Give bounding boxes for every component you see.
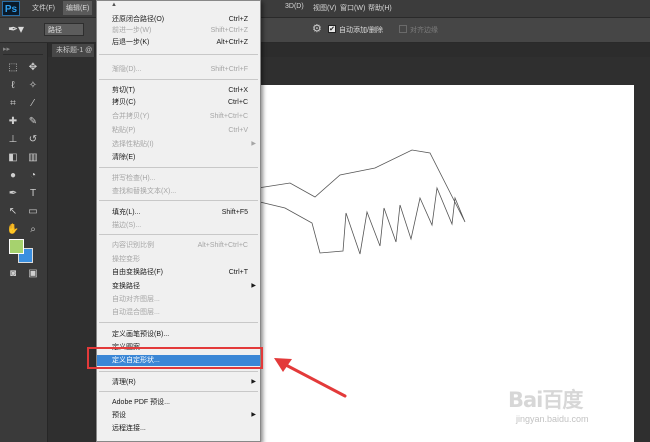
foreground-color-swatch[interactable] [9,239,24,254]
menu-separator [99,79,258,80]
menu-separator [99,391,258,392]
menu-item-clear[interactable]: 清除(E) [97,152,260,163]
menu-item-paste[interactable]: 粘贴(P) Ctrl+V [97,125,260,136]
watermark-logo-text: Bai百度 [508,388,583,412]
watermark-url: jingyan.baidu.com [516,414,589,424]
menu-separator [99,234,258,235]
menu-scroll-up-icon[interactable]: ▲ [111,2,117,8]
menu-item-paste-special[interactable]: 选择性粘贴(I) ▶ [97,139,260,150]
submenu-arrow-icon: ▶ [251,379,256,385]
menu-item-step-backward[interactable]: 后退一步(K) Alt+Ctrl+Z [97,37,260,48]
closed-path-outline [257,149,466,255]
menu-item-step-forward[interactable]: 前进一步(W) Shift+Ctrl+Z [97,25,260,36]
menu-separator [99,167,258,168]
menu-item-puppet-warp[interactable]: 操控变形 [97,254,260,265]
menu-separator [99,54,258,55]
menu-item-cut[interactable]: 剪切(T) Ctrl+X [97,85,260,96]
menu-item-spell-check[interactable]: 拼写检查(H)... [97,173,260,184]
menu-item-fill[interactable]: 填充(L)... Shift+F5 [97,207,260,218]
menu-item-free-transform-path[interactable]: 自由变换路径(F) Ctrl+T [97,267,260,278]
menu-item-adobe-pdf-presets[interactable]: Adobe PDF 预设... [97,397,260,408]
menu-item-define-brush-preset[interactable]: 定义画笔预设(B)... [97,329,260,340]
submenu-arrow-icon: ▶ [251,283,256,289]
menu-item-auto-blend-layers[interactable]: 自动混合图层... [97,307,260,318]
menu-item-stroke[interactable]: 描边(S)... [97,220,260,231]
menu-item-copy[interactable]: 拷贝(C) Ctrl+C [97,97,260,108]
menu-item-presets[interactable]: 预设 ▶ [97,410,260,421]
menu-item-find-replace[interactable]: 查找和替换文本(X)... [97,186,260,197]
submenu-arrow-icon: ▶ [251,412,256,418]
submenu-arrow-icon: ▶ [251,141,256,147]
menu-separator [99,371,258,372]
menu-separator [99,322,258,323]
edit-menu-dropdown: ▲ 还原闭合路径(O) Ctrl+Z 前进一步(W) Shift+Ctrl+Z 后退… [96,0,261,442]
menu-item-purge[interactable]: 清理(R) ▶ [97,377,260,388]
menu-item-copy-merged[interactable]: 合并拷贝(Y) Shift+Ctrl+C [97,111,260,122]
menu-item-fade[interactable]: 渐隐(D)... Shift+Ctrl+F [97,64,260,75]
annotation-highlight-box [87,347,263,369]
menu-separator [99,200,258,201]
menu-item-content-aware-scale[interactable]: 内容识别比例 Alt+Shift+Ctrl+C [97,240,260,251]
menu-item-remote-connections[interactable]: 远程连接... [97,423,260,434]
menu-item-auto-align-layers[interactable]: 自动对齐图层... [97,294,260,305]
menu-item-undo-close-path[interactable]: 还原闭合路径(O) Ctrl+Z [97,14,260,25]
baidu-watermark: Bai百度 jingyan.baidu.com [508,380,628,436]
annotation-arrow-icon [274,358,347,398]
menu-item-transform-path[interactable]: 变换路径 ▶ [97,281,260,292]
